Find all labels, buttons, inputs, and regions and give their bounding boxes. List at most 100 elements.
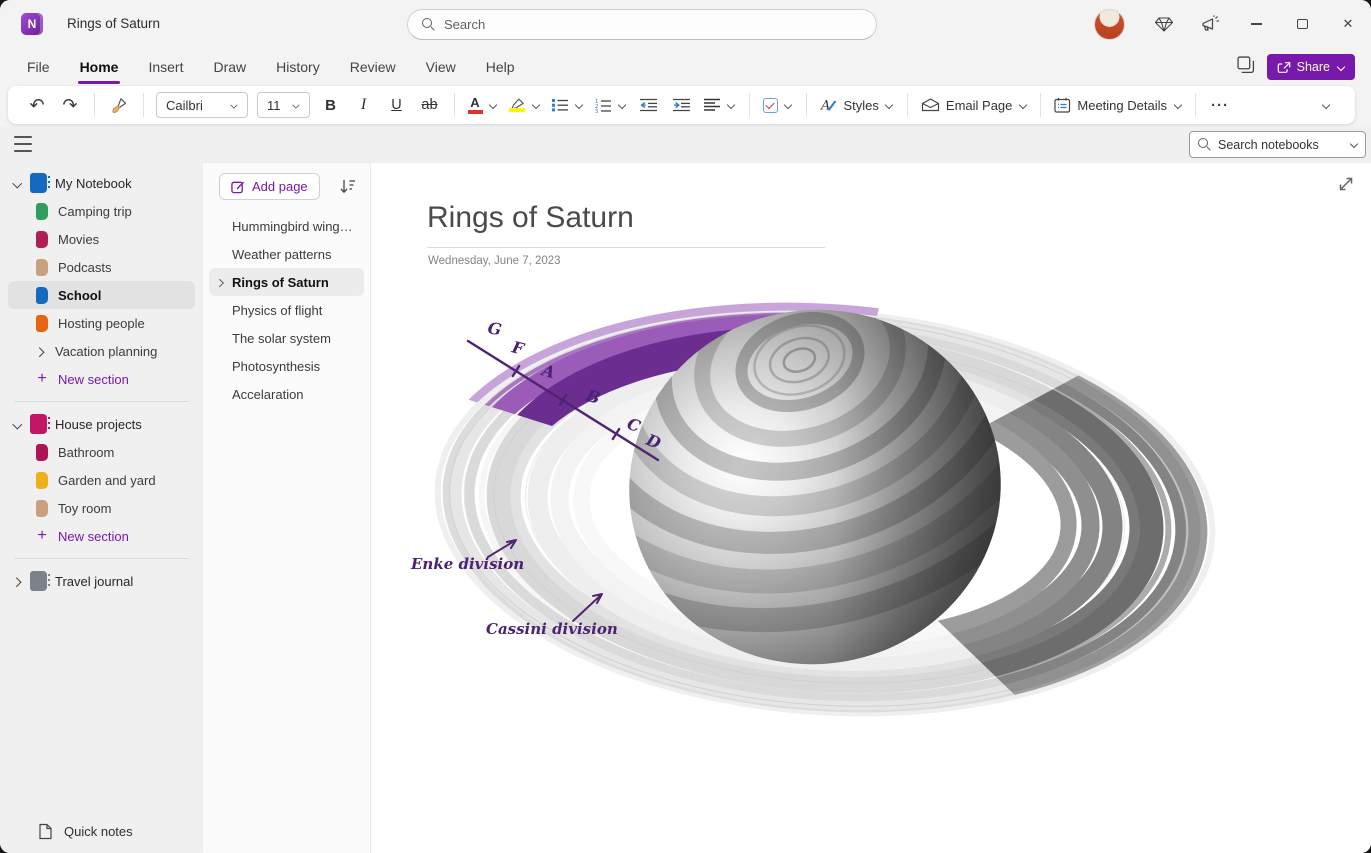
new-section-button[interactable]: + New section — [8, 365, 195, 393]
undo-button[interactable]: ↶ — [22, 90, 52, 120]
todo-tag-button[interactable] — [759, 90, 797, 120]
strikethrough-button[interactable]: ab — [415, 90, 445, 120]
alignment-button[interactable] — [700, 90, 740, 120]
section-podcasts[interactable]: Podcasts — [8, 253, 195, 281]
format-painter-button[interactable] — [104, 90, 134, 120]
menu-insert[interactable]: Insert — [148, 59, 183, 75]
global-search-input[interactable] — [444, 17, 862, 32]
global-search-box[interactable] — [407, 9, 877, 40]
page-item-current[interactable]: Rings of Saturn — [209, 268, 364, 296]
decrease-indent-button[interactable] — [634, 90, 664, 120]
chevron-right-icon — [216, 278, 225, 287]
numbering-button[interactable]: 123 — [591, 90, 631, 120]
search-notebooks-box[interactable] — [1189, 131, 1366, 158]
menu-history[interactable]: History — [276, 59, 320, 75]
menu-draw[interactable]: Draw — [213, 59, 246, 75]
increase-indent-button[interactable] — [667, 90, 697, 120]
chevron-down-icon — [230, 101, 238, 109]
minimize-button[interactable] — [1233, 0, 1279, 48]
font-color-icon: A — [468, 96, 483, 114]
page-item[interactable]: Weather patterns — [209, 240, 364, 268]
account-avatar[interactable] — [1094, 9, 1125, 40]
section-tab-icon — [36, 231, 48, 248]
bold-button[interactable]: B — [316, 90, 346, 120]
expand-page-icon[interactable] — [1335, 173, 1357, 195]
menu-file[interactable]: File — [27, 59, 50, 75]
chevron-down-icon — [532, 101, 541, 110]
section-garden-and-yard[interactable]: Garden and yard — [8, 466, 195, 494]
more-commands-button[interactable]: ··· — [1205, 90, 1235, 120]
ribbon-collapse-button[interactable] — [1311, 90, 1341, 120]
svg-text:A: A — [538, 360, 557, 382]
section-camping-trip[interactable]: Camping trip — [8, 197, 195, 225]
section-movies[interactable]: Movies — [8, 225, 195, 253]
section-bathroom[interactable]: Bathroom — [8, 438, 195, 466]
section-group-vacation-planning[interactable]: Vacation planning — [8, 337, 195, 365]
section-tab-icon — [36, 287, 48, 304]
onenote-app-icon[interactable]: N — [21, 13, 43, 35]
ring-labels: G F A B C D — [486, 318, 663, 453]
bullet-list-icon — [552, 98, 569, 112]
maximize-button[interactable] — [1279, 0, 1325, 48]
svg-text:B: B — [583, 385, 603, 408]
new-section-button[interactable]: + New section — [8, 522, 195, 550]
search-notebooks-input[interactable] — [1218, 138, 1343, 152]
menu-review[interactable]: Review — [350, 59, 396, 75]
share-button[interactable]: Share — [1267, 54, 1355, 80]
page-item[interactable]: The solar system — [209, 324, 364, 352]
add-page-button[interactable]: Add page — [219, 173, 320, 200]
premium-diamond-icon[interactable] — [1141, 0, 1187, 48]
menu-view[interactable]: View — [426, 59, 456, 75]
section-hosting-people[interactable]: Hosting people — [8, 309, 195, 337]
notebook-house-projects[interactable]: House projects — [0, 410, 203, 438]
styles-button[interactable]: A Styles — [816, 90, 898, 120]
notebooks-sidebar: My Notebook Camping trip Movies Podcasts… — [0, 163, 203, 853]
menu-help[interactable]: Help — [486, 59, 515, 75]
ring-pointer-line — [468, 341, 658, 460]
highlight-button[interactable] — [505, 90, 545, 120]
notebook-icon — [30, 414, 47, 434]
meeting-details-button[interactable]: Meeting Details — [1050, 90, 1186, 120]
quick-notes-button[interactable]: Quick notes — [0, 809, 203, 853]
redo-button[interactable]: ↷ — [55, 90, 85, 120]
page-title[interactable]: Rings of Saturn — [427, 201, 634, 235]
page-item[interactable]: Physics of flight — [209, 296, 364, 324]
font-name-dropdown[interactable]: Cailbri — [156, 92, 248, 118]
page-canvas[interactable]: Rings of Saturn Wednesday, June 7, 2023 — [371, 163, 1371, 853]
page-item[interactable]: Accelaration — [209, 380, 364, 408]
notebook-travel-journal[interactable]: Travel journal — [0, 567, 203, 595]
page-item[interactable]: Hummingbird wing… — [209, 212, 364, 240]
menu-home[interactable]: Home — [80, 59, 119, 75]
notebook-my-notebook[interactable]: My Notebook — [0, 169, 203, 197]
font-size-dropdown[interactable]: 11 — [257, 92, 310, 118]
highlighter-icon — [509, 98, 526, 112]
plus-icon: + — [36, 370, 48, 388]
svg-text:D: D — [643, 430, 664, 453]
italic-button[interactable]: I — [349, 90, 379, 120]
open-copies-icon[interactable] — [1237, 56, 1255, 79]
section-tab-icon — [36, 259, 48, 276]
close-button[interactable]: ✕ — [1325, 0, 1371, 48]
font-color-button[interactable]: A — [464, 90, 502, 120]
ring-f-arc — [432, 290, 1217, 734]
section-school[interactable]: School — [8, 281, 195, 309]
underline-button[interactable]: U — [382, 90, 412, 120]
cassini-division-label: Cassini division — [486, 620, 618, 638]
titlebar: N Rings of Saturn ✕ — [0, 0, 1371, 48]
sort-pages-icon[interactable] — [339, 178, 356, 195]
bullets-button[interactable] — [548, 90, 588, 120]
email-page-button[interactable]: Email Page — [917, 90, 1031, 120]
compose-icon — [231, 180, 245, 194]
navigation-row — [0, 127, 1371, 163]
section-toy-room[interactable]: Toy room — [8, 494, 195, 522]
saturn-planet — [601, 280, 1029, 693]
plus-icon: + — [36, 527, 48, 545]
chevron-right-icon — [12, 576, 22, 586]
feedback-megaphone-icon[interactable] — [1187, 0, 1233, 48]
page-date: Wednesday, June 7, 2023 — [428, 255, 561, 267]
divider — [14, 558, 189, 559]
hamburger-menu-icon[interactable] — [14, 136, 32, 152]
page-item[interactable]: Photosynthesis — [209, 352, 364, 380]
section-tab-icon — [36, 500, 48, 517]
ribbon-toolbar: ↶ ↷ Cailbri 11 B I U ab A — [8, 86, 1355, 124]
